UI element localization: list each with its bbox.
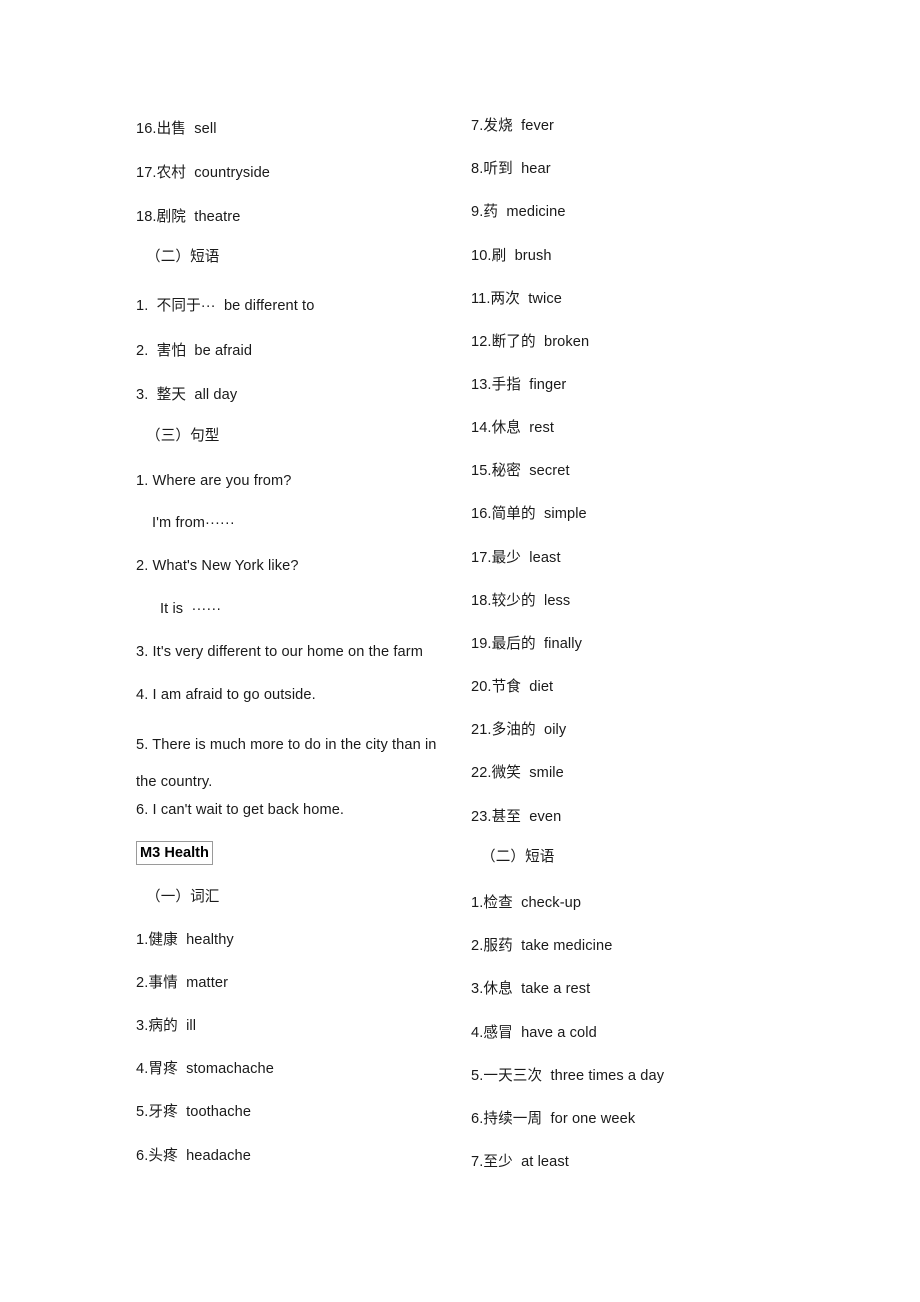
right-list-item-entry: 19.最后的 finally xyxy=(471,636,582,652)
left-list-item-entry: 1.健康 healthy xyxy=(136,932,234,948)
right-list-item-entry: 18.较少的 less xyxy=(471,593,571,609)
left-list-item-entry: 18.剧院 theatre xyxy=(136,209,241,225)
right-list-item-entry: 1.检查 check-up xyxy=(471,895,582,911)
right-list-item-entry: 22.微笑 smile xyxy=(471,765,564,781)
left-list-item-entry: 3. 整天 all day xyxy=(136,387,238,403)
right-list-item-entry: 14.休息 rest xyxy=(471,420,555,436)
right-list-item-entry: 10.刷 brush xyxy=(471,248,552,264)
right-list-item-entry: 8.听到 hear xyxy=(471,161,551,177)
right-list-item-entry: 9.药 medicine xyxy=(471,204,566,220)
left-list-item-entry: 6. I can't wait to get back home. xyxy=(136,802,345,818)
right-list-item-entry: 12.断了的 broken xyxy=(471,334,590,350)
left-list-item-entry: 6.头疼 headache xyxy=(136,1148,251,1164)
left-list-item-entry: 4.胃疼 stomachache xyxy=(136,1061,274,1077)
left-list-item-entry: I'm from······ xyxy=(152,515,235,531)
right-list-item-entry: 16.简单的 simple xyxy=(471,506,587,522)
left-list-item-entry: It is ······ xyxy=(160,601,222,617)
right-list-item-entry: 21.多油的 oily xyxy=(471,722,567,738)
right-list-item-entry: 4.感冒 have a cold xyxy=(471,1025,597,1041)
module-heading: M3 Health xyxy=(136,841,213,865)
right-list-item-entry: （二）短语 xyxy=(481,849,555,865)
left-list-item-entry: 1. 不同于··· be different to xyxy=(136,298,315,314)
left-list-item-entry: 17.农村 countryside xyxy=(136,165,271,181)
left-list-item-entry: （二）短语 xyxy=(146,249,220,265)
right-list-item-entry: 13.手指 finger xyxy=(471,377,567,393)
right-list-item-entry: 6.持续一周 for one week xyxy=(471,1111,636,1127)
left-list-item-entry: 2. 害怕 be afraid xyxy=(136,343,253,359)
left-list-item-entry: 1. Where are you from? xyxy=(136,473,292,489)
right-list-item-entry: 20.节食 diet xyxy=(471,679,554,695)
module-heading-label: M3 Health xyxy=(136,841,213,865)
left-list-item-entry: 4. I am afraid to go outside. xyxy=(136,687,316,703)
right-list-item-entry: 23.甚至 even xyxy=(471,809,562,825)
document-page: 16.出售 sell 17.农村 countryside 18.剧院 theatre… xyxy=(0,0,920,1302)
left-list-item-entry: 5.牙疼 toothache xyxy=(136,1104,252,1120)
left-list-item-entry: 5. There is much more to do in the city … xyxy=(136,737,441,790)
left-list-item-entry: 16.出售 sell xyxy=(136,121,217,137)
right-list-item-entry: 3.休息 take a rest xyxy=(471,981,591,997)
right-list-item-entry: 17.最少 least xyxy=(471,550,561,566)
right-list-item-entry: 15.秘密 secret xyxy=(471,463,570,479)
left-list-item-entry: 3.病的 ill xyxy=(136,1018,197,1034)
left-list-item-entry: 2. What's New York like? xyxy=(136,558,299,574)
right-list-item-entry: 2.服药 take medicine xyxy=(471,938,613,954)
right-list-item-entry: 7.至少 at least xyxy=(471,1154,569,1170)
right-list-item-entry: 11.两次 twice xyxy=(471,291,562,307)
left-list-item-entry: 3. It's very different to our home on th… xyxy=(136,644,423,660)
right-list-item-entry: 7.发烧 fever xyxy=(471,118,555,134)
left-list-item-entry: 2.事情 matter xyxy=(136,975,229,991)
left-list-item-entry: （三）句型 xyxy=(146,428,220,444)
left-list-item-entry: （一）词汇 xyxy=(146,889,220,905)
right-list-item-entry: 5.一天三次 three times a day xyxy=(471,1068,665,1084)
